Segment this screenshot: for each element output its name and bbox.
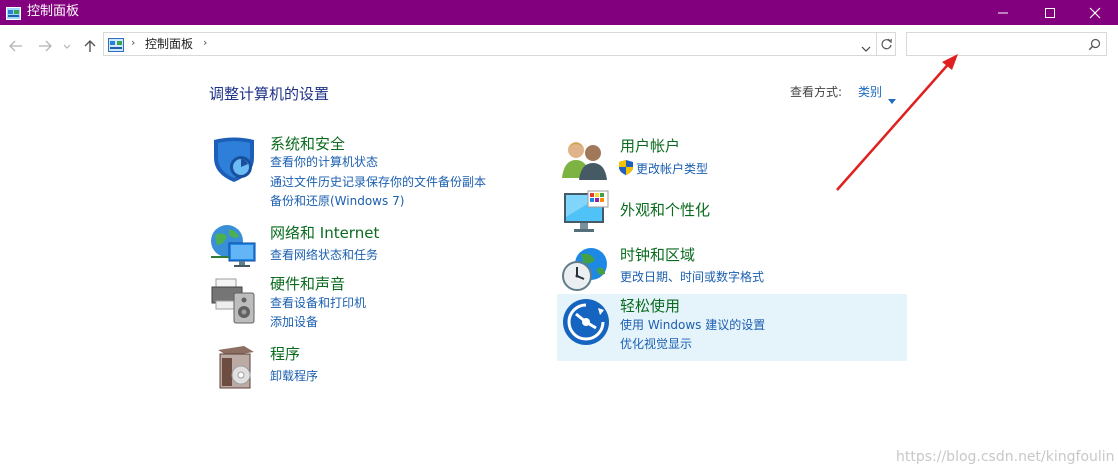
category-title[interactable]: 网络和 Internet [270, 224, 379, 242]
link-add-device[interactable]: 添加设备 [270, 315, 318, 330]
category-title[interactable]: 系统和安全 [270, 135, 345, 153]
address-bar[interactable]: › 控制面板 › [103, 32, 877, 56]
forward-arrow-icon[interactable] [37, 38, 53, 52]
category-title[interactable]: 轻松使用 [620, 297, 680, 315]
link-change-date-time-format[interactable]: 更改日期、时间或数字格式 [620, 270, 764, 285]
up-arrow-icon[interactable] [82, 38, 98, 52]
annotation-arrow [836, 54, 958, 191]
back-arrow-icon[interactable] [8, 38, 24, 52]
shield-icon[interactable] [210, 136, 258, 188]
control-panel-icon [108, 37, 124, 52]
link-file-history-backup[interactable]: 通过文件历史记录保存你的文件备份副本 [270, 175, 486, 190]
control-panel-icon [6, 5, 21, 20]
category-title[interactable]: 硬件和声音 [270, 275, 345, 293]
search-icon[interactable] [1088, 38, 1101, 51]
page-title: 调整计算机的设置 [209, 85, 330, 103]
breadcrumb-separator[interactable]: › [131, 36, 135, 49]
link-windows-recommended-settings[interactable]: 使用 Windows 建议的设置 [620, 318, 765, 333]
users-icon[interactable] [562, 138, 608, 184]
network-globe-icon[interactable] [209, 223, 259, 273]
watermark: https://blog.csdn.net/kingfoulin [896, 449, 1115, 465]
breadcrumb-separator[interactable]: › [203, 36, 207, 49]
category-title[interactable]: 时钟和区域 [620, 246, 695, 264]
clock-globe-icon[interactable] [561, 246, 609, 298]
printer-speaker-icon[interactable] [210, 275, 258, 329]
link-devices-printers[interactable]: 查看设备和打印机 [270, 296, 366, 311]
link-network-status-tasks[interactable]: 查看网络状态和任务 [270, 248, 378, 263]
title-bar: 控制面板 [0, 0, 1118, 25]
ease-of-access-icon[interactable] [562, 298, 610, 350]
maximize-button[interactable] [1027, 0, 1073, 25]
breadcrumb-control-panel[interactable]: 控制面板 [145, 36, 193, 52]
minimize-button[interactable] [980, 0, 1026, 25]
recent-locations-chevron-icon[interactable] [63, 38, 71, 52]
category-title[interactable]: 外观和个性化 [620, 201, 710, 219]
category-title[interactable]: 程序 [270, 345, 300, 363]
link-optimize-visual-display[interactable]: 优化视觉显示 [620, 337, 692, 352]
link-change-account-type[interactable]: 更改帐户类型 [636, 162, 708, 177]
window-title: 控制面板 [27, 4, 80, 19]
link-check-computer-status[interactable]: 查看你的计算机状态 [270, 155, 378, 170]
link-backup-restore[interactable]: 备份和还原(Windows 7) [270, 194, 404, 209]
monitor-palette-icon[interactable] [562, 189, 610, 241]
link-uninstall-program[interactable]: 卸载程序 [270, 369, 318, 384]
close-button[interactable] [1072, 0, 1118, 25]
programs-box-icon[interactable] [214, 344, 258, 394]
category-title[interactable]: 用户帐户 [620, 137, 680, 155]
uac-shield-icon [619, 160, 633, 179]
